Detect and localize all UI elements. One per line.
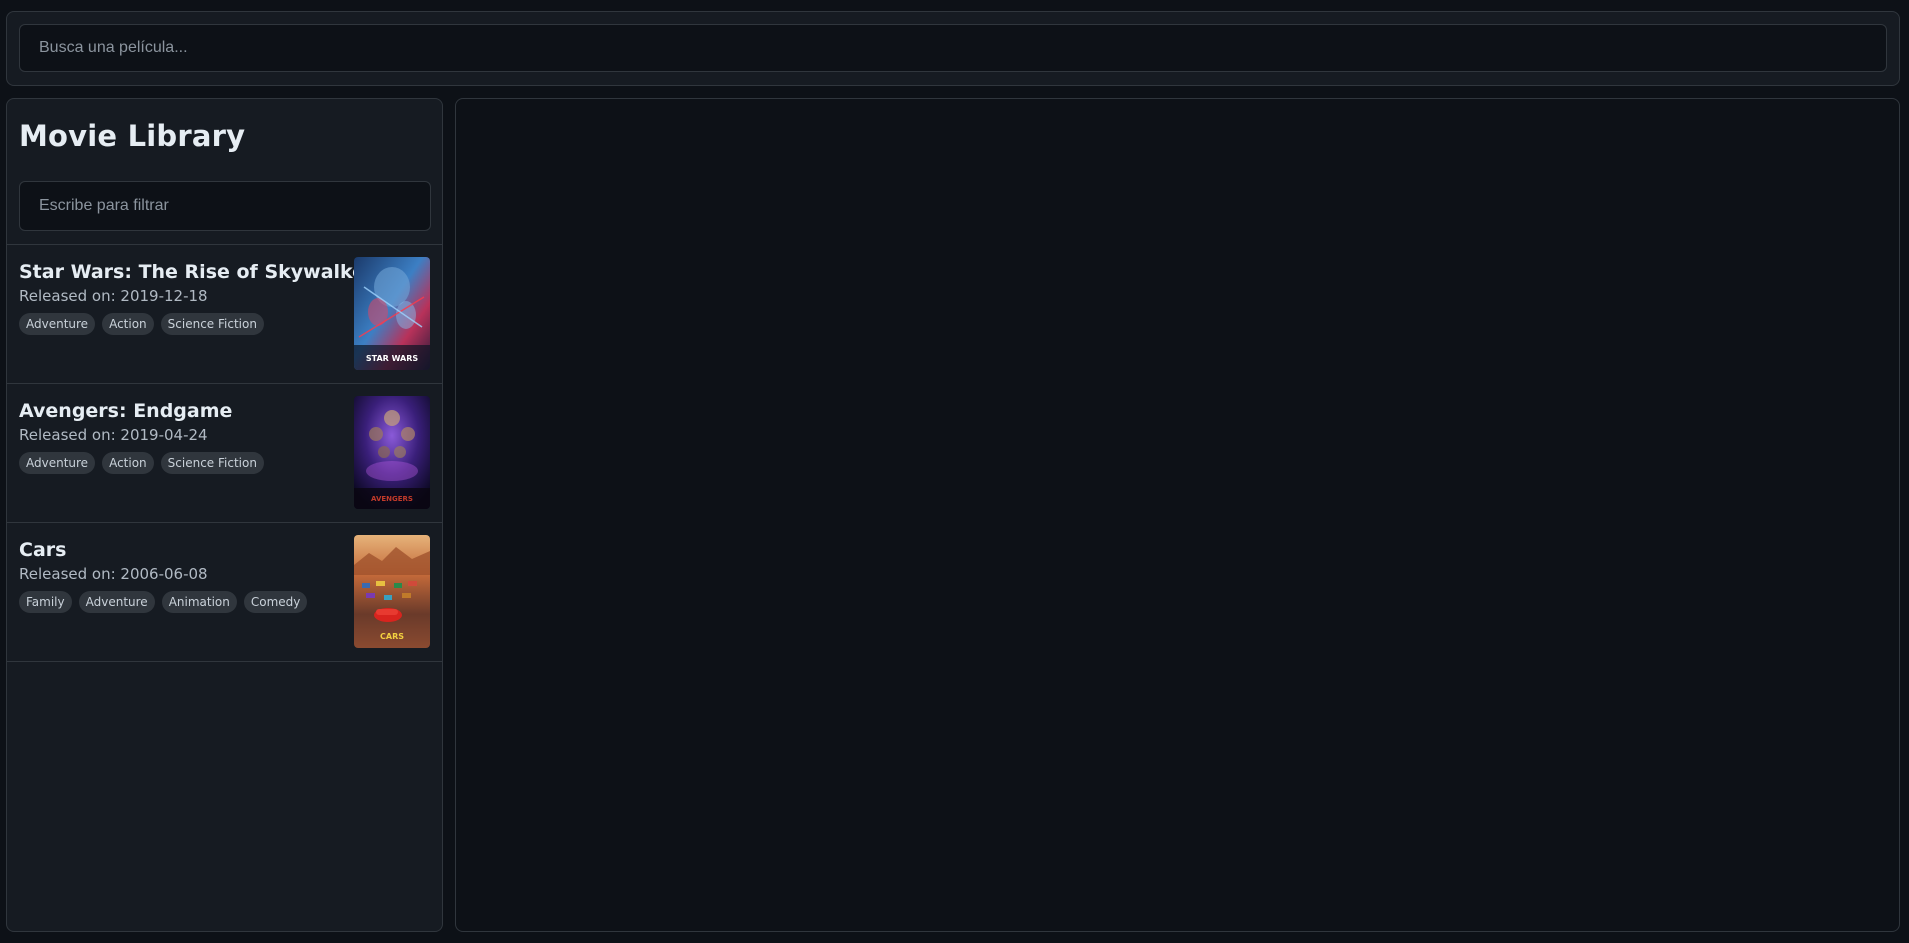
- movie-search-input[interactable]: [19, 24, 1887, 72]
- sidebar-header: Movie Library: [7, 99, 442, 245]
- poster-logo-text: STAR WARS: [366, 354, 419, 363]
- movie-poster: AVENGERS: [354, 396, 430, 509]
- poster-logo-text: AVENGERS: [371, 495, 413, 503]
- genre-tag: Action: [102, 313, 154, 335]
- genre-tag: Science Fiction: [160, 452, 264, 474]
- genre-tag: Action: [102, 452, 154, 474]
- genre-tag: Comedy: [243, 591, 308, 613]
- filter-input[interactable]: [19, 181, 431, 231]
- genre-tag: Science Fiction: [160, 313, 264, 335]
- genre-tag: Adventure: [19, 313, 96, 335]
- movie-list-item[interactable]: Cars Released on: 2006-06-08 Family Adve…: [7, 523, 442, 662]
- movie-list-item[interactable]: Star Wars: The Rise of Skywalker Release…: [7, 245, 442, 384]
- movie-list-item[interactable]: Avengers: Endgame Released on: 2019-04-2…: [7, 384, 442, 523]
- poster-logo-text: CARS: [380, 632, 404, 641]
- top-search-bar: [6, 11, 1900, 86]
- genre-tag: Family: [19, 591, 72, 613]
- sidebar: Movie Library Star Wars: The Rise of Sky…: [6, 98, 443, 932]
- movie-poster: CARS: [354, 535, 430, 648]
- genre-tag: Animation: [161, 591, 237, 613]
- genre-tag: Adventure: [19, 452, 96, 474]
- genre-tag: Adventure: [78, 591, 155, 613]
- page-title: Movie Library: [19, 119, 246, 153]
- movie-detail-panel: [455, 98, 1900, 932]
- movie-poster: STAR WARS: [354, 257, 430, 370]
